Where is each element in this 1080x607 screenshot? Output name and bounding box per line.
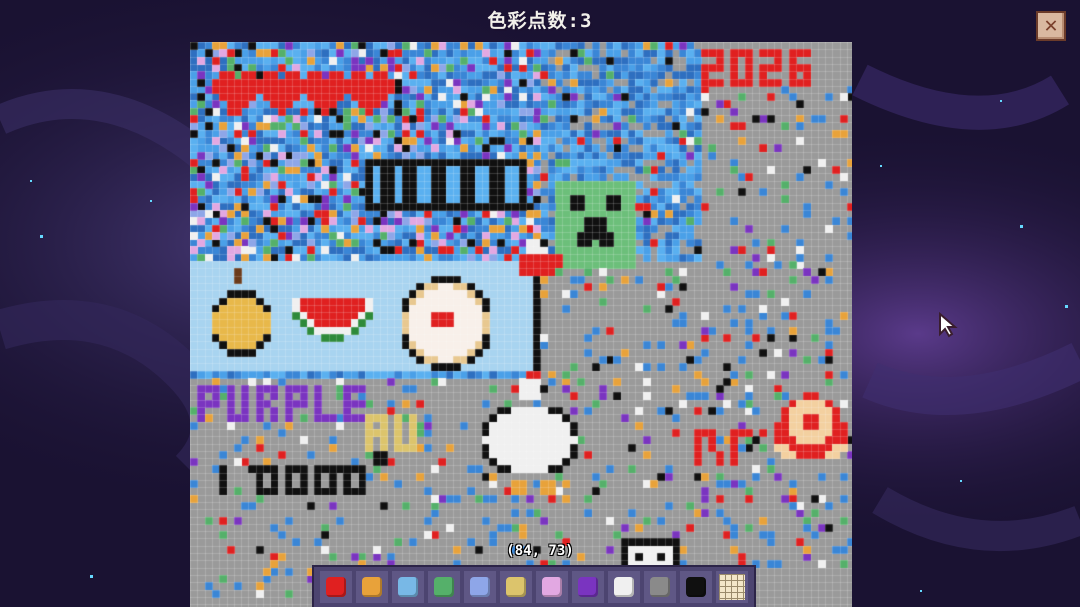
palette-swatch-7[interactable] [536,571,568,603]
page-title: 色彩点数:3 [487,10,593,32]
color-palette [312,565,756,607]
palette-swatch-6[interactable] [500,571,532,603]
pixel-art-grid[interactable] [190,42,852,607]
palette-swatch-1[interactable] [320,571,352,603]
swatch-chip [362,577,382,597]
pixel-canvas[interactable] [190,42,852,607]
grid-icon[interactable] [716,571,748,603]
palette-swatch-8[interactable] [572,571,604,603]
palette-swatch-3[interactable] [392,571,424,603]
cursor-coordinates: (84, 73) [506,543,574,559]
swatch-chip [398,577,418,597]
palette-swatch-9[interactable] [608,571,640,603]
swatch-chip [650,577,670,597]
mouse-cursor-icon [939,312,958,338]
swatch-chip [542,577,562,597]
close-icon: ✕ [1044,13,1058,38]
swatch-chip [506,577,526,597]
swatch-chip [614,577,634,597]
swatch-chip [434,577,454,597]
palette-swatch-2[interactable] [356,571,388,603]
close-button[interactable]: ✕ [1036,11,1066,41]
palette-swatch-10[interactable] [644,571,676,603]
palette-swatch-4[interactable] [428,571,460,603]
swatch-chip [578,577,598,597]
swatch-chip [326,577,346,597]
swatch-chip [686,577,706,597]
swatch-chip [470,577,490,597]
palette-swatch-5[interactable] [464,571,496,603]
palette-swatch-11[interactable] [680,571,712,603]
